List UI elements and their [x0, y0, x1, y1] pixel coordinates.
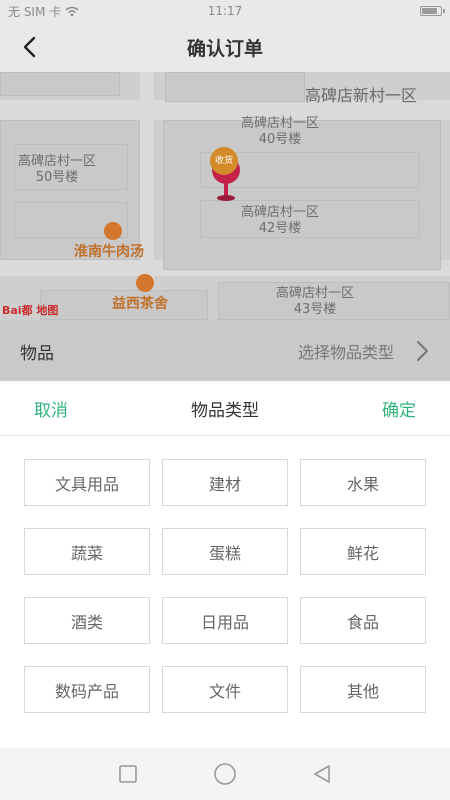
poi-beef-soup[interactable]: 淮南牛肉汤: [74, 241, 144, 261]
option-digital-products[interactable]: 数码产品: [24, 666, 150, 713]
battery-icon: [420, 6, 445, 16]
picker-header: 取消 物品类型 确定: [0, 381, 450, 436]
status-bar: 无 SIM 卡 11:17: [0, 0, 450, 22]
chevron-left-icon: [23, 36, 36, 58]
pin-label: 收货: [210, 147, 238, 175]
triangle-back-icon: [313, 765, 330, 783]
baidu-map-logo: Bai都 地图: [2, 304, 59, 317]
map-block: [0, 120, 140, 260]
item-type-row[interactable]: 物品 选择物品类型: [0, 320, 450, 382]
cancel-button[interactable]: 取消: [34, 396, 68, 421]
back-nav-button[interactable]: [302, 754, 342, 794]
map-label-building-42: 高碑店村一区 42号楼: [240, 205, 319, 236]
option-cake[interactable]: 蛋糕: [162, 528, 288, 575]
option-other[interactable]: 其他: [300, 666, 426, 713]
poi-tea-house[interactable]: 益西茶舍: [112, 293, 168, 313]
page-title: 确认订单: [186, 37, 263, 60]
header: 确认订单: [0, 22, 450, 72]
option-fruit[interactable]: 水果: [300, 459, 426, 506]
confirm-button[interactable]: 确定: [382, 396, 416, 421]
option-stationery[interactable]: 文具用品: [24, 459, 150, 506]
option-food[interactable]: 食品: [300, 597, 426, 644]
option-flowers[interactable]: 鲜花: [300, 528, 426, 575]
square-icon: [119, 765, 138, 783]
teahouse-icon: [136, 274, 154, 292]
map-block: [0, 72, 120, 96]
map-label-building-43: 高碑店村一区 43号楼: [275, 286, 354, 317]
map-view[interactable]: 高碑店新村一区 高碑店村一区 40号楼 高碑店村一区 50号楼 高碑店村一区 4…: [0, 72, 450, 320]
option-vegetables[interactable]: 蔬菜: [24, 528, 150, 575]
battery-level: [422, 8, 438, 14]
item-type-picker: 取消 物品类型 确定 文具用品 建材 水果 蔬菜 蛋糕 鲜花 酒类 日用品 食品…: [0, 381, 450, 748]
recents-button[interactable]: [108, 754, 148, 794]
option-building-materials[interactable]: 建材: [162, 459, 288, 506]
option-daily-goods[interactable]: 日用品: [162, 597, 288, 644]
map-label-top-right: 高碑店新村一区: [305, 86, 418, 105]
chevron-right-icon: [417, 341, 428, 361]
item-value: 选择物品类型: [297, 343, 394, 362]
option-documents[interactable]: 文件: [162, 666, 288, 713]
back-button[interactable]: [14, 32, 44, 62]
restaurant-icon: [104, 222, 122, 240]
status-time: 11:17: [207, 4, 243, 18]
option-alcohol[interactable]: 酒类: [24, 597, 150, 644]
system-nav-bar: [0, 748, 450, 800]
map-label-building-50: 高碑店村一区 50号楼: [17, 154, 96, 185]
home-button[interactable]: [205, 754, 245, 794]
map-block: [165, 72, 305, 102]
circle-icon: [214, 763, 236, 785]
option-grid: 文具用品 建材 水果 蔬菜 蛋糕 鲜花 酒类 日用品 食品 数码产品 文件 其他: [24, 459, 427, 713]
item-label: 物品: [20, 343, 54, 364]
